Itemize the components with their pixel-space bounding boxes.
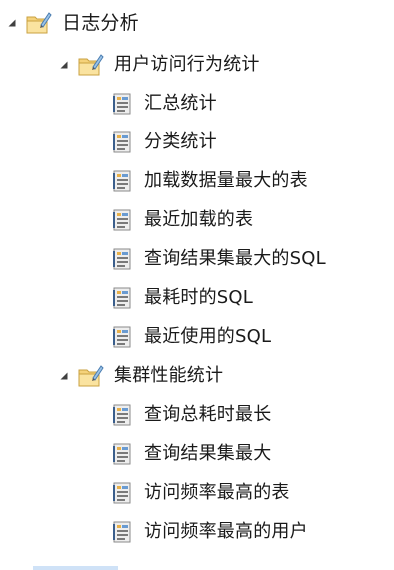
tree-node-root[interactable]: 日志分析 — [6, 6, 139, 40]
tree-node-label: 日志分析 — [62, 12, 139, 34]
tree-leaf-most-time-sql[interactable]: 最耗时的SQL — [112, 281, 253, 315]
tree-view: 日志分析 用户访问行为统计 汇总统计 分类统计 加载数据量最大的表 最近加载的表… — [0, 0, 394, 570]
folder-edit-icon — [78, 53, 104, 77]
report-icon — [112, 170, 134, 192]
tree-node-label: 查询结果集最大 — [144, 443, 272, 464]
report-icon — [112, 482, 134, 504]
tree-node-label: 访问频率最高的用户 — [144, 521, 308, 542]
tree-leaf-recent-used-sql[interactable]: 最近使用的SQL — [112, 320, 271, 354]
tree-node-label: 查询总耗时最长 — [144, 404, 272, 425]
collapse-triangle-icon[interactable] — [58, 370, 70, 382]
selection-highlight-edge — [33, 566, 118, 570]
report-icon — [112, 131, 134, 153]
tree-node-label: 最耗时的SQL — [144, 287, 254, 308]
tree-node-label: 最近加载的表 — [144, 209, 254, 230]
report-icon — [112, 209, 134, 231]
collapse-triangle-icon[interactable] — [6, 17, 18, 29]
report-icon — [112, 248, 134, 270]
report-icon — [112, 521, 134, 543]
tree-node-label: 访问频率最高的表 — [144, 482, 290, 503]
tree-leaf-category-stats[interactable]: 分类统计 — [112, 125, 217, 159]
tree-node-label: 分类统计 — [144, 131, 217, 152]
tree-node-group-user-behavior[interactable]: 用户访问行为统计 — [58, 48, 260, 82]
tree-node-label: 加载数据量最大的表 — [144, 170, 308, 191]
report-icon — [112, 287, 134, 309]
tree-leaf-summary-stats[interactable]: 汇总统计 — [112, 87, 217, 121]
folder-edit-icon — [26, 11, 52, 35]
tree-node-label: 汇总统计 — [144, 93, 217, 114]
report-icon — [112, 443, 134, 465]
tree-leaf-most-active-user[interactable]: 访问频率最高的用户 — [112, 515, 308, 549]
tree-node-label: 查询结果集最大的SQL — [144, 248, 326, 269]
report-icon — [112, 404, 134, 426]
tree-node-group-cluster-perf[interactable]: 集群性能统计 — [58, 359, 223, 393]
tree-leaf-recent-loaded-table[interactable]: 最近加载的表 — [112, 203, 253, 237]
report-icon — [112, 93, 134, 115]
tree-leaf-longest-query-time[interactable]: 查询总耗时最长 — [112, 398, 271, 432]
tree-node-label: 最近使用的SQL — [144, 326, 272, 347]
tree-node-label: 用户访问行为统计 — [114, 54, 260, 75]
collapse-triangle-icon[interactable] — [58, 59, 70, 71]
tree-node-label: 集群性能统计 — [114, 365, 224, 386]
report-icon — [112, 326, 134, 348]
tree-leaf-largest-result-set[interactable]: 查询结果集最大 — [112, 437, 271, 471]
tree-leaf-largest-result-sql[interactable]: 查询结果集最大的SQL — [112, 242, 326, 276]
tree-leaf-most-accessed-table[interactable]: 访问频率最高的表 — [112, 476, 290, 510]
tree-leaf-largest-load-table[interactable]: 加载数据量最大的表 — [112, 164, 308, 198]
folder-edit-icon — [78, 364, 104, 388]
